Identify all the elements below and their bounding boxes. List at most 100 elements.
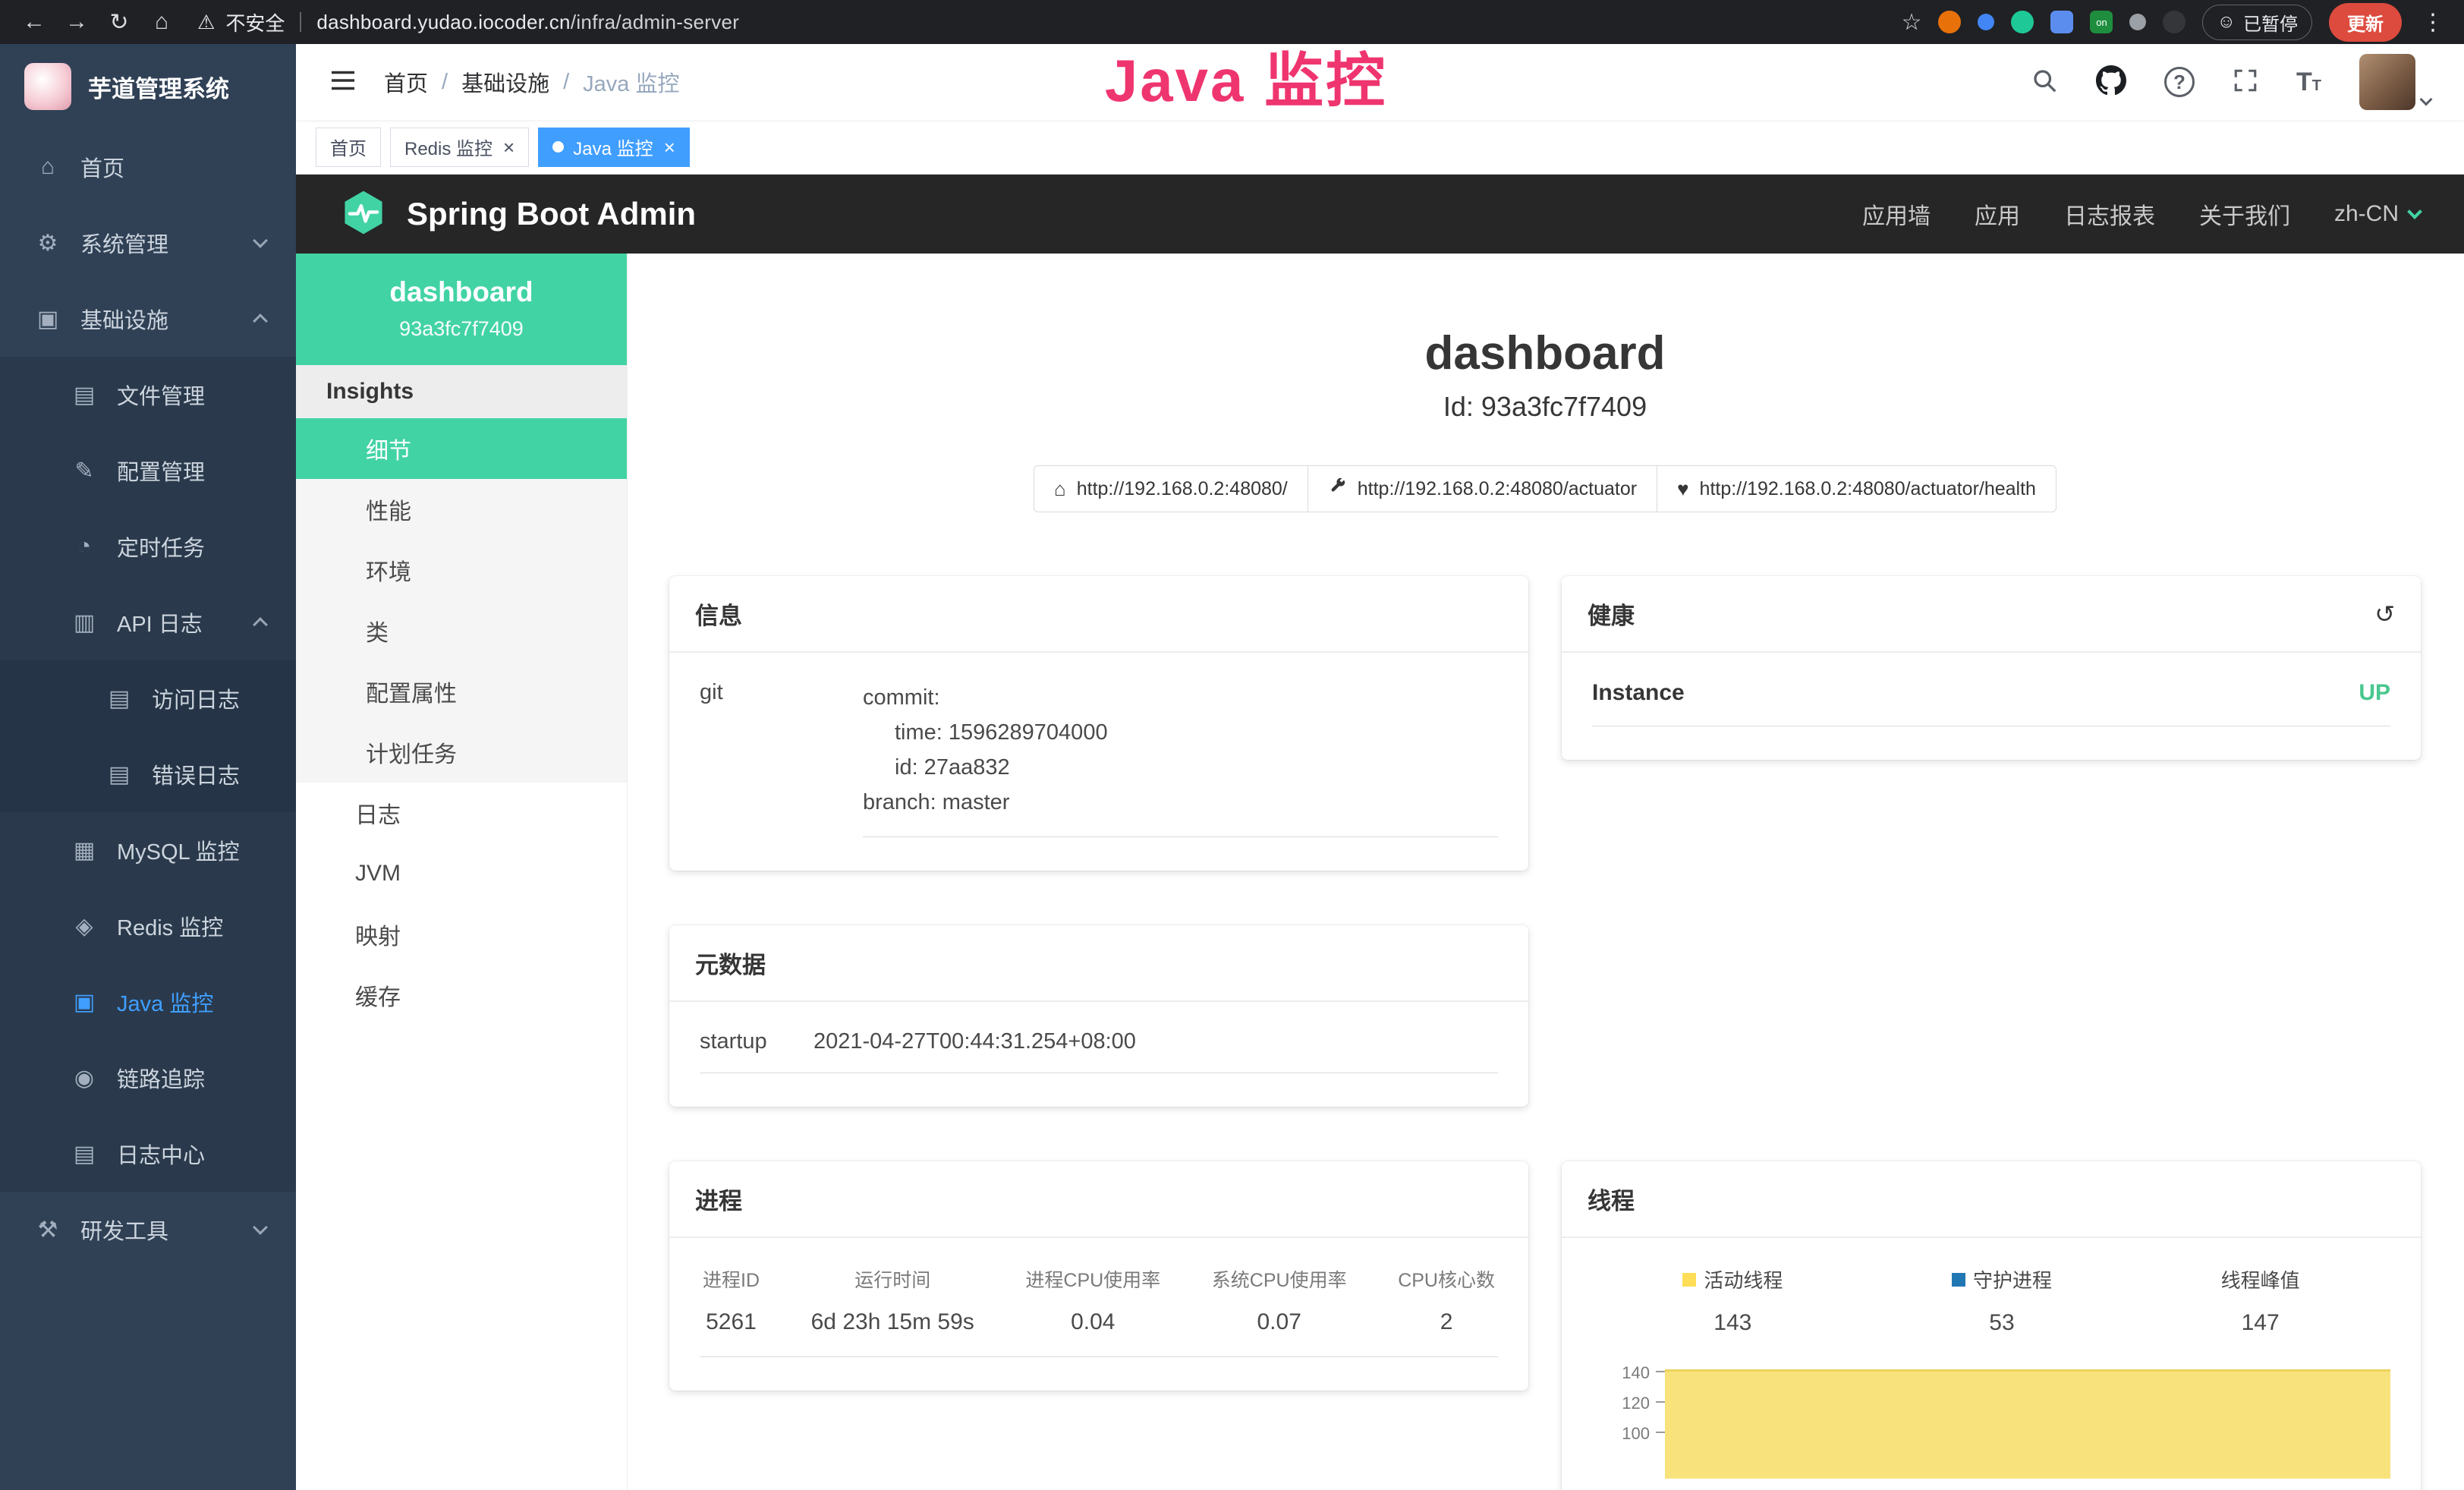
sba-nav-about[interactable]: 关于我们	[2199, 197, 2290, 231]
bookmark-star-icon[interactable]: ☆	[1902, 9, 1922, 36]
sidebar-item-infrastructure[interactable]: ▣ 基础设施	[0, 281, 296, 357]
sidebar-item-java-monitor[interactable]: ▣ Java 监控	[0, 964, 296, 1040]
threads-card: 线程 活动线程 143 守护进程 53	[1562, 1161, 2421, 1490]
sidebar-item-mysql[interactable]: ▦ MySQL 监控	[0, 812, 296, 888]
sba-nav-journal[interactable]: 日志报表	[2064, 197, 2155, 231]
service-url-button[interactable]: ⌂ http://192.168.0.2:48080/	[1034, 465, 1308, 512]
extension-icon[interactable]	[2011, 11, 2034, 33]
history-icon[interactable]: ↺	[2374, 600, 2395, 628]
spring-boot-admin: Spring Boot Admin 应用墙 应用 日志报表 关于我们 zh-CN	[296, 175, 2464, 1490]
refresh-button[interactable]: ↻	[102, 9, 137, 36]
home-button[interactable]: ⌂	[144, 9, 179, 35]
sba-menu-jvm[interactable]: JVM	[296, 843, 627, 904]
browser-menu-kebab-icon[interactable]: ⋮	[2418, 9, 2447, 36]
fullscreen-icon[interactable]	[2233, 68, 2258, 97]
wrench-icon	[1328, 477, 1347, 501]
threads-chart: 140 120 100	[1592, 1363, 2390, 1470]
extension-icon[interactable]	[2050, 11, 2073, 33]
font-size-icon[interactable]: TT	[2296, 68, 2321, 97]
sba-menu-caches[interactable]: 缓存	[296, 965, 627, 1025]
sba-menu-performance[interactable]: 性能	[296, 479, 627, 540]
back-button[interactable]: ←	[17, 9, 52, 35]
log-icon: ▥	[70, 610, 99, 636]
card-title: 线程	[1588, 1182, 1635, 1216]
sba-menu-logs[interactable]: 日志	[296, 783, 627, 843]
chevron-up-icon	[253, 313, 268, 329]
warning-icon: ⚠	[197, 11, 215, 34]
tab-paused-chip[interactable]: ☺ 已暂停	[2202, 5, 2312, 40]
sidebar-item-system[interactable]: ⚙ 系统管理	[0, 205, 296, 281]
stat-uptime: 运行时间 6d 23h 15m 59s	[811, 1265, 974, 1335]
health-card: 健康 ↺ Instance UP	[1562, 576, 2421, 760]
search-icon[interactable]	[2031, 67, 2058, 98]
monitor-icon: ▣	[33, 306, 62, 332]
github-icon[interactable]	[2096, 65, 2126, 99]
actuator-url-button[interactable]: http://192.168.0.2:48080/actuator	[1308, 465, 1657, 512]
home-icon: ⌂	[33, 154, 62, 180]
extension-icon[interactable]	[1938, 11, 1961, 33]
tab-home[interactable]: 首页	[316, 128, 381, 167]
card-title: 进程	[695, 1182, 742, 1216]
sidebar-item-config[interactable]: ✎ 配置管理	[0, 433, 296, 509]
clock-icon: ◔	[70, 534, 99, 559]
y-tick-label: 100	[1622, 1424, 1650, 1444]
sidebar-item-tracing[interactable]: ◉ 链路追踪	[0, 1040, 296, 1116]
sidebar-item-api-logs[interactable]: ▥ API 日志	[0, 584, 296, 660]
instance-header[interactable]: dashboard 93a3fc7f7409	[296, 254, 627, 365]
smiley-icon: ☺	[2217, 11, 2236, 33]
url-text: dashboard.yudao.iocoder.cn/infra/admin-s…	[316, 11, 739, 34]
security-label: 不安全	[225, 8, 285, 36]
address-bar[interactable]: ⚠ 不安全 dashboard.yudao.iocoder.cn/infra/a…	[197, 8, 739, 36]
health-url-button[interactable]: ♥ http://192.168.0.2:48080/actuator/heal…	[1657, 465, 2056, 512]
sba-menu-mappings[interactable]: 映射	[296, 904, 627, 965]
eye-icon: ◉	[70, 1065, 99, 1092]
sidebar-item-dev-tools[interactable]: ⚒ 研发工具	[0, 1192, 296, 1268]
legend-active-threads: 活动线程 143	[1682, 1265, 1783, 1336]
active-threads-area	[1665, 1369, 2390, 1479]
legend-peak-threads: 线程峰值 147	[2221, 1265, 2300, 1336]
extension-on-badge[interactable]: on	[2090, 11, 2113, 33]
sba-header: Spring Boot Admin 应用墙 应用 日志报表 关于我们 zh-CN	[296, 175, 2464, 254]
caret-down-icon	[2420, 93, 2433, 106]
app-logo-area[interactable]: 芋道管理系统	[0, 44, 296, 129]
help-icon[interactable]: ?	[2164, 67, 2195, 97]
close-icon[interactable]: ×	[503, 137, 515, 157]
stat-system-cpu: 系统CPU使用率 0.07	[1212, 1265, 1347, 1335]
extension-icon[interactable]	[2129, 14, 2146, 30]
java-monitor-icon: ▣	[70, 989, 99, 1016]
update-button[interactable]: 更新	[2329, 3, 2402, 42]
redis-icon: ◈	[70, 913, 99, 940]
breadcrumb-home[interactable]: 首页	[384, 66, 428, 98]
breadcrumb-infrastructure[interactable]: 基础设施	[461, 66, 549, 98]
file-icon: ▤	[70, 382, 99, 408]
sba-menu-config-props[interactable]: 配置属性	[296, 661, 627, 722]
extension-icon[interactable]	[1978, 14, 1994, 30]
sidebar-item-error-logs[interactable]: ▤ 错误日志	[0, 736, 296, 812]
sidebar-item-log-center[interactable]: ▤ 日志中心	[0, 1116, 296, 1192]
sba-menu-details[interactable]: 细节	[296, 418, 627, 479]
tab-redis-monitor[interactable]: Redis 监控 ×	[390, 128, 529, 167]
user-menu[interactable]	[2359, 54, 2431, 110]
info-row-git: git commit: time: 1596289704000 id: 27aa…	[700, 680, 1498, 837]
sba-menu-scheduled-tasks[interactable]: 计划任务	[296, 722, 627, 783]
language-selector[interactable]: zh-CN	[2334, 201, 2420, 227]
extension-icon[interactable]	[2163, 11, 2186, 33]
close-icon[interactable]: ×	[664, 137, 675, 157]
sidebar-item-files[interactable]: ▤ 文件管理	[0, 357, 296, 433]
sba-nav-wallboard[interactable]: 应用墙	[1862, 197, 1931, 231]
sba-nav-applications[interactable]: 应用	[1975, 197, 2020, 231]
sba-menu-classes[interactable]: 类	[296, 600, 627, 661]
sidebar-item-access-logs[interactable]: ▤ 访问日志	[0, 660, 296, 736]
tab-java-monitor[interactable]: Java 监控 ×	[538, 128, 690, 167]
sidebar-item-jobs[interactable]: ◔ 定时任务	[0, 509, 296, 584]
page-instance-id: Id: 93a3fc7f7409	[669, 391, 2421, 423]
metadata-row-startup: startup 2021-04-27T00:44:31.254+08:00	[700, 1029, 1498, 1073]
sidebar-item-redis[interactable]: ◈ Redis 监控	[0, 888, 296, 964]
sidebar-item-home[interactable]: ⌂ 首页	[0, 129, 296, 205]
tags-view: 首页 Redis 监控 × Java 监控 ×	[296, 120, 2464, 175]
sba-brand-title[interactable]: Spring Boot Admin	[407, 196, 696, 232]
forward-button[interactable]: →	[59, 9, 94, 35]
sidebar-collapse-button[interactable]	[329, 69, 357, 96]
sba-menu-environment[interactable]: 环境	[296, 540, 627, 600]
health-row-instance[interactable]: Instance UP	[1592, 680, 2390, 726]
